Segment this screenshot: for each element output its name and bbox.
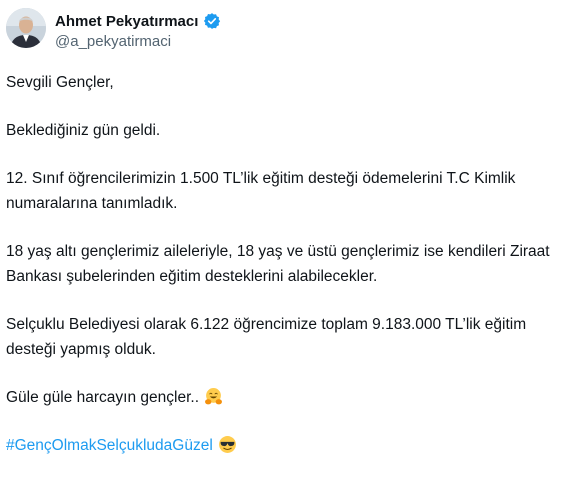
tweet-line: 12. Sınıf öğrencilerimizin 1.500 TL’lik … <box>6 170 516 212</box>
author-display-name[interactable]: Ahmet Pekyatırmacı <box>55 13 198 30</box>
tweet-card: Ahmet Pekyatırmacı @a_pekyatirmaci Sevgi… <box>0 0 573 454</box>
verified-badge-icon <box>204 13 221 29</box>
author-avatar[interactable] <box>6 8 46 48</box>
hashtag-link[interactable]: #GençOlmakSelçukludaGüzel <box>6 437 213 454</box>
tweet-hashtag-line: #GençOlmakSelçukludaGüzel <box>6 433 561 458</box>
sunglasses-face-emoji <box>218 436 236 453</box>
tweet-closing-text: Güle güle harcayın gençler.. <box>6 389 200 406</box>
hugging-face-emoji <box>205 388 222 405</box>
author-handle[interactable]: @a_pekyatirmaci <box>55 33 171 50</box>
tweet-line: Selçuklu Belediyesi olarak 6.122 öğrenci… <box>6 316 527 358</box>
tweet-line: Beklediğiniz gün geldi. <box>6 122 161 139</box>
tweet-greeting: Sevgili Gençler, <box>6 74 114 91</box>
tweet-line: 18 yaş altı gençlerimiz aileleriyle, 18 … <box>6 243 550 285</box>
tweet-closing: Güle güle harcayın gençler.. <box>6 385 561 410</box>
tweet-text: Sevgili Gençler, Beklediğiniz gün geldi.… <box>6 70 561 481</box>
profile-photo <box>6 8 46 48</box>
author-name-row: Ahmet Pekyatırmacı <box>55 12 221 30</box>
